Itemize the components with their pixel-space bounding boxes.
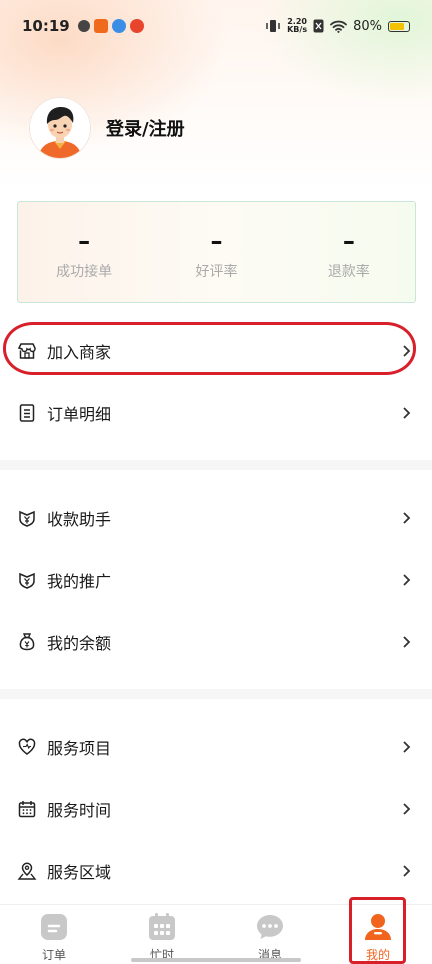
menu-item-service-time[interactable]: 服务时间 [0,778,432,840]
chat-bubble-icon [255,912,285,942]
stats-card: – 成功接单 – 好评率 – 退款率 [17,201,416,303]
chevron-right-icon [403,865,411,877]
section-divider [0,689,432,699]
tab-messages[interactable]: 消息 [216,905,324,964]
menu-label: 加入商家 [47,343,112,362]
menu-item-payment-assistant[interactable]: 收款助手 [0,487,432,549]
net-speed-unit: KB/s [287,25,308,34]
tab-mine[interactable]: 我的 [324,905,432,964]
stat-refund-rate: – 退款率 [294,223,404,281]
menu-label: 我的余额 [47,634,112,653]
menu-item-service-area[interactable]: 服务区域 [0,840,432,902]
chevron-right-icon [403,636,411,648]
home-indicator[interactable] [131,958,301,962]
app-notification-icon [129,19,144,33]
status-right: 2.20 KB/s 80% [265,18,410,34]
stat-success-orders: – 成功接单 [29,223,139,281]
calendar-grid-icon [147,912,177,942]
chevron-right-icon [403,803,411,815]
tab-busy-time[interactable]: 忙时 [108,905,216,964]
stat-label: 退款率 [327,264,370,280]
chevron-right-icon [403,512,411,524]
battery-fill [390,22,405,30]
app-notification-icon [77,20,90,32]
menu-item-service-items[interactable]: 服务项目 [0,716,432,778]
stat-value: – [78,227,91,255]
menu-item-my-promotion[interactable]: 我的推广 [0,549,432,611]
menu-label: 订单明细 [47,405,112,424]
net-speed: 2.20 KB/s [287,18,307,34]
cartoon-avatar-icon [30,98,90,158]
tab-orders[interactable]: 订单 [0,905,108,964]
stat-value: – [210,227,223,255]
status-app-icons [77,19,144,33]
menu-item-join-merchant[interactable]: 加入商家 [0,320,432,382]
avatar[interactable] [30,98,90,158]
section-divider [0,460,432,470]
profile-login[interactable]: 登录/注册 [30,98,185,158]
menu-label: 服务区域 [47,863,112,882]
yuan-shield-icon [17,508,37,528]
tab-label: 订单 [41,948,66,962]
money-bag-icon [17,632,37,652]
yuan-shield-icon [17,570,37,590]
bottom-tab-bar: 订单 忙时 消息 我的 [0,904,432,964]
login-register-link[interactable]: 登录/注册 [106,115,185,141]
chevron-right-icon [403,741,411,753]
heart-icon [17,737,37,757]
stat-positive-rate: – 好评率 [161,223,271,281]
battery-icon [388,20,410,32]
document-list-icon [17,403,37,423]
vibrate-icon [266,20,280,32]
status-time: 10:19 [22,17,70,35]
battery-percent: 80% [353,18,382,34]
orders-icon [39,912,69,942]
app-notification-icon [93,19,108,33]
chevron-right-icon [403,407,411,419]
status-bar: 10:19 2.20 KB/s 80% [0,0,432,52]
stat-label: 成功接单 [56,264,113,280]
chevron-right-icon [403,345,411,357]
map-pin-icon [17,861,37,881]
tab-label: 我的 [365,948,390,962]
user-profile-icon [363,912,393,942]
menu-label: 我的推广 [47,572,112,591]
stat-label: 好评率 [195,264,238,280]
menu-label: 收款助手 [47,510,112,529]
chevron-right-icon [403,574,411,586]
menu-label: 服务时间 [47,801,112,820]
sim-off-icon [313,19,324,33]
wifi-icon [330,20,347,33]
menu-label: 服务项目 [47,739,112,758]
stat-value: – [342,227,355,255]
store-icon [17,341,37,361]
calendar-icon [17,799,37,819]
menu-item-my-balance[interactable]: 我的余额 [0,611,432,673]
menu-item-order-detail[interactable]: 订单明细 [0,382,432,444]
app-notification-icon [111,19,126,33]
